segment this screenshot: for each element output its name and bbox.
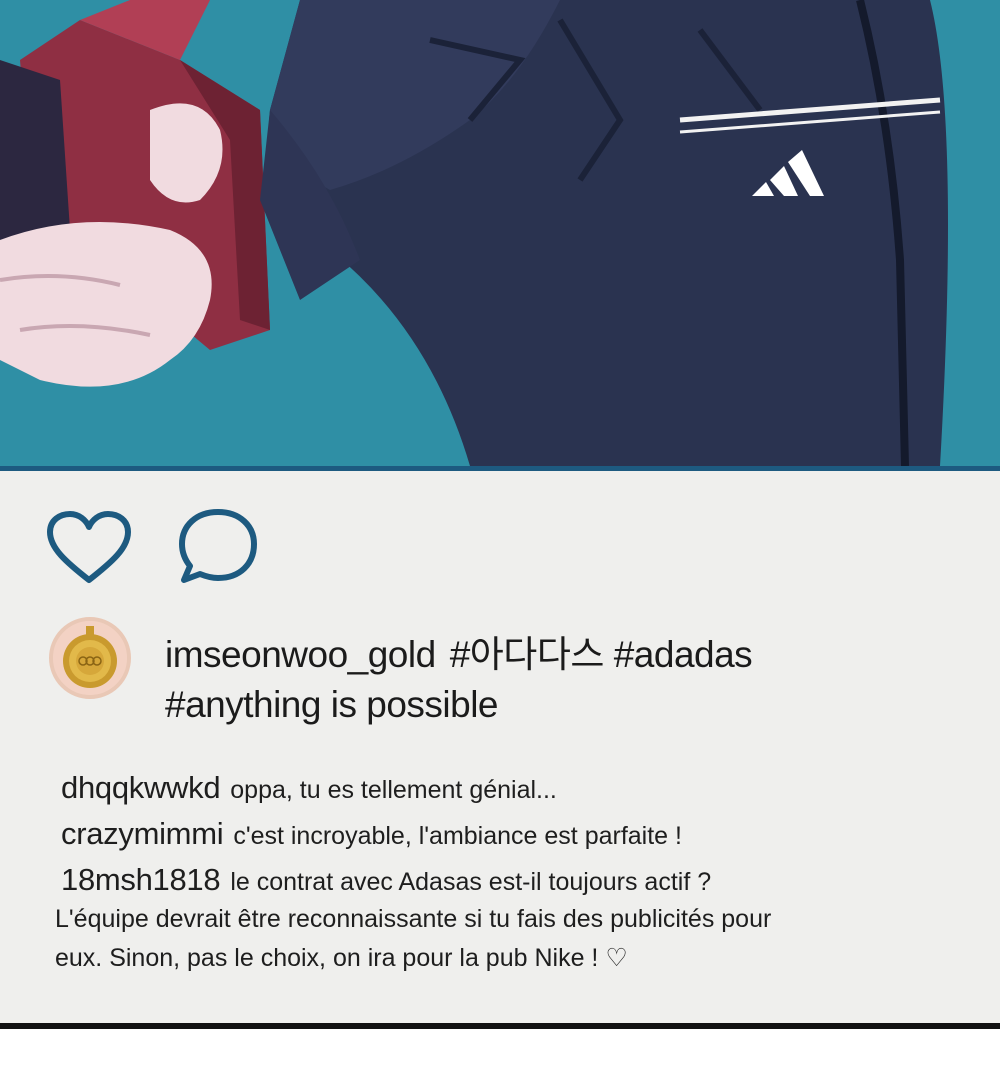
comment-continuation: L'équipe devrait être reconnaissante si … <box>55 900 965 978</box>
heart-outline-icon[interactable] <box>46 510 132 586</box>
comment-continuation-line1: L'équipe devrait être reconnaissante si … <box>55 905 772 933</box>
avatar[interactable] <box>49 617 131 699</box>
bottom-divider <box>0 1023 1000 1029</box>
comment-item: dhqqkwwkd oppa, tu es tellement génial... <box>61 766 961 812</box>
comment-list: dhqqkwwkd oppa, tu es tellement génial...… <box>61 766 961 904</box>
comment-continuation-line2: eux. Sinon, pas le choix, on ira pour la… <box>55 944 628 972</box>
comment-username[interactable]: crazymimmi <box>61 816 224 851</box>
comment-item: 18msh1818 le contrat avec Adasas est-il t… <box>61 858 961 904</box>
post-caption: imseonwoo_gold #아다다스 #adadas #anything is… <box>165 630 925 730</box>
comment-username[interactable]: dhqqkwwkd <box>61 770 221 805</box>
caption-hashtags-line1[interactable]: #아다다스 #adadas <box>450 634 753 675</box>
comment-text: le contrat avec Adasas est-il toujours a… <box>230 868 712 896</box>
post-username[interactable]: imseonwoo_gold <box>165 634 436 675</box>
caption-hashtags-line2[interactable]: #anything is possible <box>165 680 925 730</box>
speech-bubble-icon[interactable] <box>176 506 260 584</box>
comment-item: crazymimmi c'est incroyable, l'ambiance e… <box>61 812 961 858</box>
comment-text: oppa, tu es tellement génial... <box>230 776 557 804</box>
gold-medal-icon <box>53 621 127 695</box>
post-photo[interactable] <box>0 0 1000 466</box>
comment-text: c'est incroyable, l'ambiance est parfait… <box>233 822 682 850</box>
comment-username[interactable]: 18msh1818 <box>61 862 221 897</box>
